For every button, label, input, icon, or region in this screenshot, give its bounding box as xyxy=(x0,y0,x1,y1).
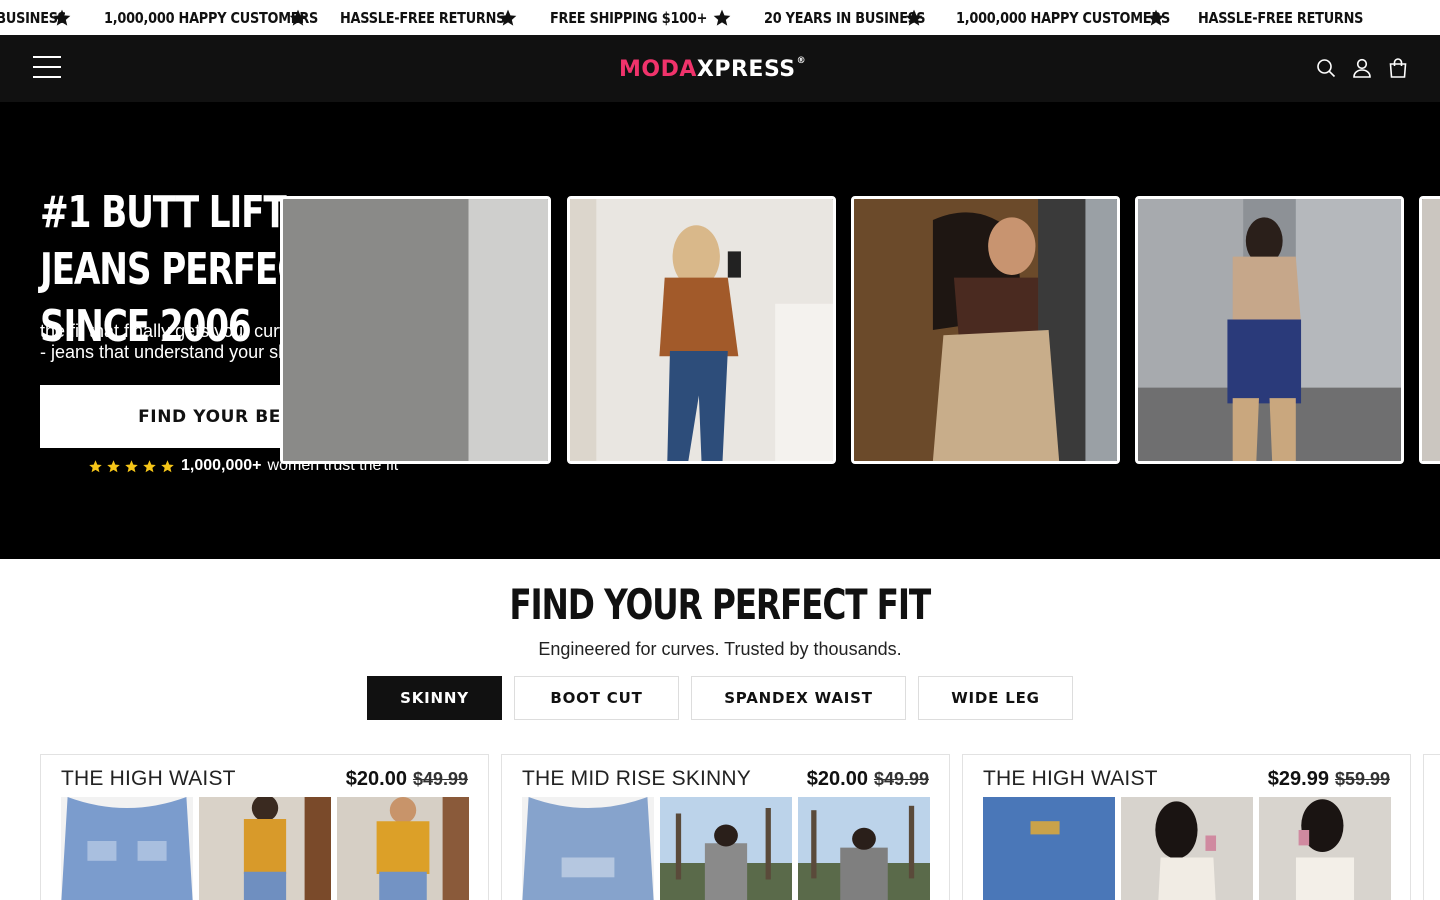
gallery-image[interactable] xyxy=(280,196,551,464)
logo-text-xpress: XPRESS xyxy=(696,57,796,82)
gallery-image[interactable] xyxy=(851,196,1120,464)
price-current: $20.00 xyxy=(806,768,868,790)
product-card[interactable]: THE HIGH WAIST $29.99 $59.99 xyxy=(962,754,1411,900)
product-card[interactable]: THE HIGH WAIST $20.00 $49.99 xyxy=(40,754,489,900)
product-image[interactable] xyxy=(1259,797,1391,900)
star-icon xyxy=(89,459,102,472)
search-icon[interactable] xyxy=(1314,56,1338,80)
product-name: THE HIGH WAIST xyxy=(61,767,236,790)
star-icon xyxy=(107,459,120,472)
gallery-image[interactable] xyxy=(1419,196,1440,464)
product-image[interactable] xyxy=(199,797,331,900)
star-icon xyxy=(714,9,731,26)
logo-registered-mark: ® xyxy=(796,56,807,66)
star-icon xyxy=(143,459,156,472)
fit-section-title: FIND YOUR PERFECT FIT xyxy=(509,580,932,629)
ticker-item: 20 YEARS IN BUSINESS xyxy=(0,8,67,27)
product-price: $29.99 $59.99 xyxy=(1268,768,1390,791)
trust-count: 1,000,000+ xyxy=(181,457,262,474)
product-name: THE MID RISE SKINNY xyxy=(522,767,751,790)
fit-tabs: SKINNY BOOT CUT SPANDEX WAIST WIDE LEG xyxy=(367,676,1073,720)
tab-boot-cut[interactable]: BOOT CUT xyxy=(514,676,679,720)
ticker-item: HASSLE-FREE RETURNS xyxy=(1198,8,1364,27)
menu-icon[interactable] xyxy=(33,56,61,80)
tab-skinny[interactable]: SKINNY xyxy=(367,676,502,720)
ticker-item: 1,000,000 HAPPY CUSTOMERS xyxy=(956,8,1171,27)
price-current: $29.99 xyxy=(1267,768,1329,790)
price-compare: $49.99 xyxy=(873,769,929,789)
star-icon xyxy=(161,459,174,472)
fit-section-subtitle: Engineered for curves. Trusted by thousa… xyxy=(538,639,902,659)
star-icon xyxy=(125,459,138,472)
product-image[interactable] xyxy=(798,797,930,900)
account-icon[interactable] xyxy=(1350,56,1374,80)
tab-wide-leg[interactable]: WIDE LEG xyxy=(918,676,1073,720)
price-compare: $49.99 xyxy=(412,769,468,789)
logo-text-moda: MODA xyxy=(619,57,697,82)
product-image[interactable] xyxy=(522,797,654,900)
gallery-image[interactable] xyxy=(567,196,836,464)
rating-stars xyxy=(88,459,175,474)
ticker-item: HASSLE-FREE RETURNS xyxy=(340,8,506,27)
product-name: THE HIGH WAIST xyxy=(983,767,1158,790)
price-compare: $59.99 xyxy=(1334,769,1390,789)
product-image[interactable] xyxy=(337,797,469,900)
price-current: $20.00 xyxy=(345,768,407,790)
hero-banner: #1 Butt Lift Jeans Perfected Since 2006 … xyxy=(0,102,1440,559)
hero-gallery xyxy=(280,196,1440,465)
product-images xyxy=(61,797,469,900)
product-images xyxy=(522,797,930,900)
announcement-ticker: 20 YEARS IN BUSINESS 1,000,000 HAPPY CUS… xyxy=(0,0,1440,35)
ticker-track: 20 YEARS IN BUSINESS 1,000,000 HAPPY CUS… xyxy=(0,0,1391,35)
ticker-item: 20 YEARS IN BUSINESS xyxy=(764,8,926,27)
product-card[interactable] xyxy=(1423,754,1440,900)
product-image[interactable] xyxy=(660,797,792,900)
product-price: $20.00 $49.99 xyxy=(807,768,929,791)
site-logo[interactable]: MODA XPRESS ® xyxy=(619,56,807,85)
product-image[interactable] xyxy=(983,797,1115,900)
product-card[interactable]: THE MID RISE SKINNY $20.00 $49.99 xyxy=(501,754,950,900)
ticker-item: 1,000,000 HAPPY CUSTOMERS xyxy=(104,8,319,27)
product-image[interactable] xyxy=(61,797,193,900)
tab-spandex-waist[interactable]: SPANDEX WAIST xyxy=(691,676,906,720)
cart-icon[interactable] xyxy=(1386,56,1410,80)
gallery-image[interactable] xyxy=(1135,196,1404,464)
product-images xyxy=(983,797,1391,900)
product-price: $20.00 $49.99 xyxy=(346,768,468,791)
site-header: MODA XPRESS ® xyxy=(0,35,1440,102)
ticker-item: FREE SHIPPING $100+ xyxy=(550,8,708,27)
product-image[interactable] xyxy=(1121,797,1253,900)
